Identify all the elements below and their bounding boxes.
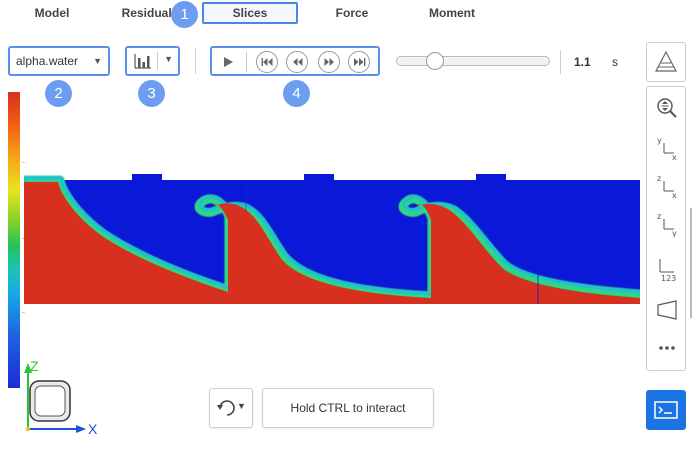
tab-bar: Model Residuals Slices Force Moment <box>0 0 640 26</box>
svg-text:x: x <box>672 191 677 199</box>
tab-model[interactable]: Model <box>26 2 78 24</box>
view-yx-icon: y x <box>657 136 677 162</box>
view-123-button[interactable]: 123 <box>655 253 679 283</box>
terminal-button[interactable] <box>646 390 686 430</box>
tab-force[interactable]: Force <box>326 2 378 24</box>
skip-first-icon <box>261 58 273 66</box>
play-icon <box>224 57 233 67</box>
more-button[interactable] <box>655 335 679 361</box>
mesh-block <box>476 174 506 182</box>
field-select[interactable]: alpha.water ▼ <box>8 46 110 76</box>
time-slider[interactable] <box>396 56 550 66</box>
svg-text:z: z <box>657 212 661 221</box>
scrollbar[interactable] <box>690 208 692 318</box>
svg-text:z: z <box>657 174 661 183</box>
callout-badge: 1 <box>171 1 198 28</box>
zoom-fit-button[interactable] <box>655 95 679 121</box>
first-frame-button[interactable] <box>256 51 278 73</box>
view-yx-button[interactable]: y x <box>655 135 679 162</box>
mesh-block <box>132 174 162 182</box>
slice-viewport[interactable] <box>24 172 640 304</box>
legend-tick: – <box>22 160 25 166</box>
chevron-down-icon: ▼ <box>164 54 173 64</box>
playback-controls <box>210 46 380 76</box>
tab-slices[interactable]: Slices <box>202 2 298 24</box>
toolbar-divider <box>195 48 196 74</box>
chevron-down-icon: ▼ <box>237 401 246 411</box>
svg-text:x: x <box>672 153 677 161</box>
callout-badge: 2 <box>45 80 72 107</box>
time-slider-thumb[interactable] <box>425 52 444 70</box>
chevron-down-icon: ▼ <box>93 56 102 66</box>
bar-chart-icon <box>134 54 151 69</box>
time-unit: s <box>612 55 618 69</box>
svg-text:123: 123 <box>661 274 676 283</box>
svg-text:y: y <box>672 229 677 237</box>
time-value: 1.1 <box>574 55 591 69</box>
projection-button[interactable] <box>655 297 679 323</box>
step-back-button[interactable] <box>286 51 308 73</box>
callout-badge: 3 <box>138 80 165 107</box>
field-select-value: alpha.water <box>16 54 79 68</box>
skip-last-icon <box>354 58 366 66</box>
step-forward-button[interactable] <box>318 51 340 73</box>
legend-tick: – <box>22 310 25 316</box>
time-divider <box>560 50 561 74</box>
terminal-icon <box>654 401 678 419</box>
chart-type-select[interactable]: ▼ <box>125 46 180 76</box>
z-axis-label: Z <box>30 358 39 374</box>
view-toolbar: y x z x z y 123 <box>646 86 686 371</box>
tab-moment[interactable]: Moment <box>420 2 484 24</box>
view-zx-icon: z x <box>657 174 677 200</box>
orientation-cube-face <box>34 385 66 417</box>
fast-forward-icon <box>324 58 334 66</box>
view-123-icon: 123 <box>659 259 676 283</box>
x-axis-label: X <box>88 421 98 435</box>
rotate-menu-button[interactable]: ▼ <box>209 388 253 428</box>
zoom-fit-icon <box>657 98 677 118</box>
view-zy-icon: z y <box>657 212 677 238</box>
more-icon <box>659 346 675 350</box>
play-button[interactable] <box>218 52 238 72</box>
last-frame-button[interactable] <box>348 51 370 73</box>
mesh-block <box>304 174 334 182</box>
view-zx-button[interactable]: z x <box>655 173 679 200</box>
svg-text:y: y <box>657 136 662 145</box>
axis-triad: Z X <box>24 358 98 435</box>
hold-ctrl-button[interactable]: Hold CTRL to interact <box>262 388 434 428</box>
perspective-triangle-icon <box>655 50 677 72</box>
projection-icon <box>657 300 677 320</box>
callout-badge: 4 <box>283 80 310 107</box>
view-zy-button[interactable]: z y <box>655 211 679 238</box>
perspective-button[interactable] <box>646 42 686 82</box>
rewind-icon <box>293 58 303 66</box>
color-legend-bar <box>8 92 20 388</box>
